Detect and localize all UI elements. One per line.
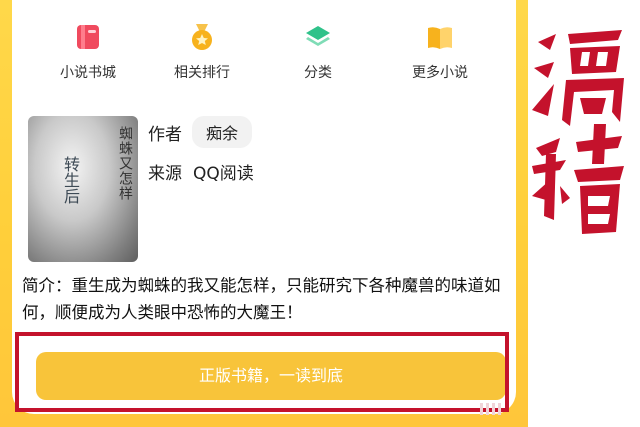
book-icon bbox=[77, 25, 99, 49]
source-label: 来源 bbox=[148, 164, 182, 184]
book-intro: 简介：重生成为蜘蛛的我又能怎样，只能研究下各种魔兽的味道如何，顺便成为人类眼中恐… bbox=[22, 276, 501, 322]
layers-icon bbox=[306, 26, 330, 46]
highlight-box bbox=[15, 332, 509, 412]
cover-title: 蜘蛛又怎样 bbox=[117, 126, 133, 201]
nav-item-label: 更多小说 bbox=[412, 65, 468, 81]
open-book-icon bbox=[428, 27, 452, 49]
author-chip[interactable]: 痴余 bbox=[192, 116, 253, 148]
nav-item-ranking[interactable]: 相关排行 bbox=[152, 22, 252, 82]
cover-subtitle: 转生后 bbox=[61, 156, 80, 204]
medal-icon bbox=[192, 24, 212, 50]
author-label: 作者 bbox=[148, 125, 182, 145]
source-value: QQ阅读 bbox=[193, 164, 254, 184]
calligraphy-overlay bbox=[532, 30, 624, 234]
nav-item-bookstore[interactable]: 小说书城 bbox=[38, 22, 138, 82]
nav-item-label: 分类 bbox=[304, 65, 332, 81]
nav-item-more-novels[interactable]: 更多小说 bbox=[390, 22, 490, 82]
book-cover[interactable]: 蜘蛛又怎样 转生后 bbox=[28, 116, 138, 262]
watermark-icon bbox=[480, 403, 501, 415]
nav-item-label: 小说书城 bbox=[60, 65, 116, 81]
nav-item-label: 相关排行 bbox=[174, 65, 230, 81]
top-nav: 小说书城 相关排行 分类 更多小说 bbox=[12, 22, 516, 92]
nav-item-category[interactable]: 分类 bbox=[268, 22, 368, 82]
